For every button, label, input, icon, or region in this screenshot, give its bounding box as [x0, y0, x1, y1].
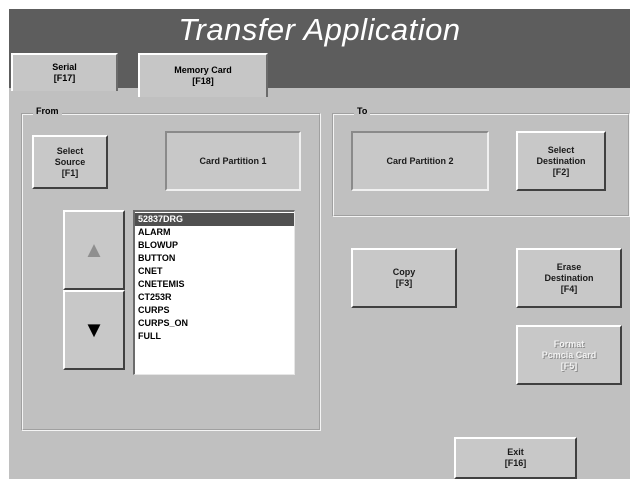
to-group-label: To	[354, 106, 371, 116]
file-list-item[interactable]: CNET	[135, 265, 294, 278]
file-list-item[interactable]: CT253R	[135, 291, 294, 304]
erase-destination-button[interactable]: Erase Destination [F4]	[516, 248, 622, 308]
from-group-label: From	[33, 106, 62, 116]
file-list-item[interactable]: CNETEMIS	[135, 278, 294, 291]
file-list-item[interactable]: BUTTON	[135, 252, 294, 265]
exit-button[interactable]: Exit [F16]	[454, 437, 577, 479]
file-list-item[interactable]: BLOWUP	[135, 239, 294, 252]
file-list-item[interactable]: CURPS_ON	[135, 317, 294, 330]
file-list-item[interactable]: ALARM	[135, 226, 294, 239]
window-title: Transfer Application	[178, 12, 461, 47]
down-arrow-icon: ▼	[83, 317, 105, 342]
copy-button[interactable]: Copy [F3]	[351, 248, 457, 308]
source-partition-display: Card Partition 1	[165, 131, 301, 191]
up-arrow-icon: ▲	[83, 237, 105, 262]
file-list-item[interactable]: CURPS	[135, 304, 294, 317]
scroll-up-button[interactable]: ▲	[63, 210, 125, 290]
file-list-item[interactable]: FULL	[135, 330, 294, 343]
tab-memory-card[interactable]: Memory Card [F18]	[138, 53, 268, 97]
select-destination-button[interactable]: Select Destination [F2]	[516, 131, 606, 191]
scroll-down-button[interactable]: ▼	[63, 290, 125, 370]
tab-serial[interactable]: Serial [F17]	[11, 53, 118, 91]
transfer-application-window: Transfer Application Serial [F17] Memory…	[9, 9, 630, 479]
file-list-item[interactable]: 52837DRG	[135, 213, 294, 226]
destination-partition-display: Card Partition 2	[351, 131, 489, 191]
format-pcmcia-card-button[interactable]: Format Pcmcia Card [F5]	[516, 325, 622, 385]
source-file-list[interactable]: 52837DRG ALARM BLOWUP BUTTON CNET CNETEMIS CT2…	[133, 210, 295, 375]
select-source-button[interactable]: Select Source [F1]	[32, 135, 108, 189]
